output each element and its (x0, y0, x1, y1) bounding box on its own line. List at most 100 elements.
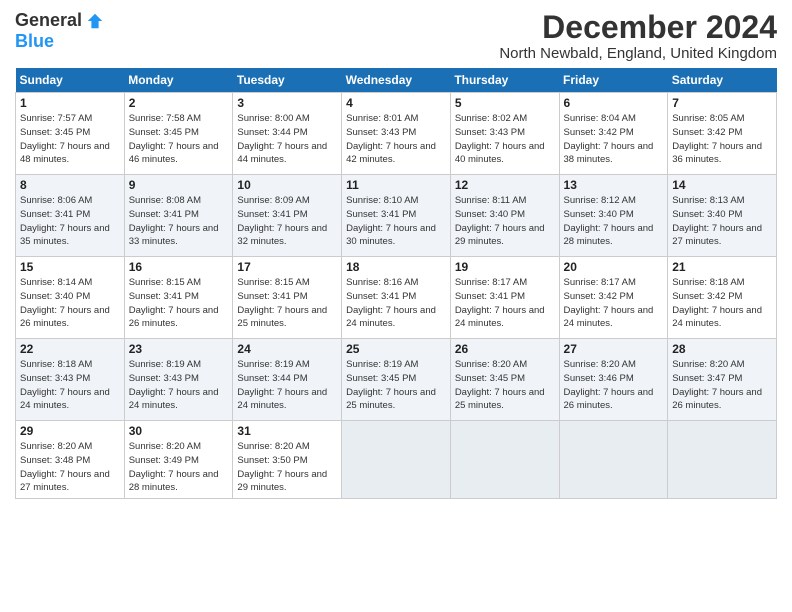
table-row: 20 Sunrise: 8:17 AMSunset: 3:42 PMDaylig… (559, 257, 668, 339)
day-number: 19 (455, 260, 555, 274)
table-row: 22 Sunrise: 8:18 AMSunset: 3:43 PMDaylig… (16, 339, 125, 421)
day-number: 9 (129, 178, 229, 192)
day-number: 17 (237, 260, 337, 274)
day-detail: Sunrise: 8:15 AMSunset: 3:41 PMDaylight:… (237, 277, 327, 329)
table-row: 29 Sunrise: 8:20 AMSunset: 3:48 PMDaylig… (16, 421, 125, 499)
day-detail: Sunrise: 8:08 AMSunset: 3:41 PMDaylight:… (129, 195, 219, 247)
table-row: 27 Sunrise: 8:20 AMSunset: 3:46 PMDaylig… (559, 339, 668, 421)
day-detail: Sunrise: 8:19 AMSunset: 3:44 PMDaylight:… (237, 359, 327, 411)
day-number: 25 (346, 342, 446, 356)
day-detail: Sunrise: 8:12 AMSunset: 3:40 PMDaylight:… (564, 195, 654, 247)
day-number: 20 (564, 260, 664, 274)
table-row: 7 Sunrise: 8:05 AMSunset: 3:42 PMDayligh… (668, 93, 777, 175)
day-detail: Sunrise: 7:58 AMSunset: 3:45 PMDaylight:… (129, 113, 219, 165)
day-number: 21 (672, 260, 772, 274)
calendar-table: Sunday Monday Tuesday Wednesday Thursday… (15, 68, 777, 499)
table-row: 15 Sunrise: 8:14 AMSunset: 3:40 PMDaylig… (16, 257, 125, 339)
day-number: 8 (20, 178, 120, 192)
day-detail: Sunrise: 8:20 AMSunset: 3:48 PMDaylight:… (20, 441, 110, 493)
day-detail: Sunrise: 8:15 AMSunset: 3:41 PMDaylight:… (129, 277, 219, 329)
day-number: 15 (20, 260, 120, 274)
table-row: 11 Sunrise: 8:10 AMSunset: 3:41 PMDaylig… (342, 175, 451, 257)
day-number: 30 (129, 424, 229, 438)
day-number: 22 (20, 342, 120, 356)
table-row: 25 Sunrise: 8:19 AMSunset: 3:45 PMDaylig… (342, 339, 451, 421)
day-detail: Sunrise: 7:57 AMSunset: 3:45 PMDaylight:… (20, 113, 110, 165)
day-number: 16 (129, 260, 229, 274)
table-row: 1 Sunrise: 7:57 AMSunset: 3:45 PMDayligh… (16, 93, 125, 175)
table-row: 16 Sunrise: 8:15 AMSunset: 3:41 PMDaylig… (124, 257, 233, 339)
day-number: 2 (129, 96, 229, 110)
table-row: 2 Sunrise: 7:58 AMSunset: 3:45 PMDayligh… (124, 93, 233, 175)
logo-general-text: General (15, 10, 82, 31)
day-number: 23 (129, 342, 229, 356)
table-row: 31 Sunrise: 8:20 AMSunset: 3:50 PMDaylig… (233, 421, 342, 499)
day-detail: Sunrise: 8:11 AMSunset: 3:40 PMDaylight:… (455, 195, 545, 247)
day-detail: Sunrise: 8:17 AMSunset: 3:42 PMDaylight:… (564, 277, 654, 329)
day-number: 1 (20, 96, 120, 110)
table-row: 26 Sunrise: 8:20 AMSunset: 3:45 PMDaylig… (450, 339, 559, 421)
table-row: 5 Sunrise: 8:02 AMSunset: 3:43 PMDayligh… (450, 93, 559, 175)
day-number: 4 (346, 96, 446, 110)
col-monday: Monday (124, 68, 233, 93)
table-row: 14 Sunrise: 8:13 AMSunset: 3:40 PMDaylig… (668, 175, 777, 257)
day-detail: Sunrise: 8:02 AMSunset: 3:43 PMDaylight:… (455, 113, 545, 165)
col-wednesday: Wednesday (342, 68, 451, 93)
day-number: 14 (672, 178, 772, 192)
day-detail: Sunrise: 8:14 AMSunset: 3:40 PMDaylight:… (20, 277, 110, 329)
table-row: 23 Sunrise: 8:19 AMSunset: 3:43 PMDaylig… (124, 339, 233, 421)
day-number: 18 (346, 260, 446, 274)
table-row: 13 Sunrise: 8:12 AMSunset: 3:40 PMDaylig… (559, 175, 668, 257)
day-number: 12 (455, 178, 555, 192)
table-row: 9 Sunrise: 8:08 AMSunset: 3:41 PMDayligh… (124, 175, 233, 257)
day-number: 11 (346, 178, 446, 192)
header: General Blue December 2024 North Newbald… (15, 10, 777, 62)
day-number: 26 (455, 342, 555, 356)
col-sunday: Sunday (16, 68, 125, 93)
day-detail: Sunrise: 8:16 AMSunset: 3:41 PMDaylight:… (346, 277, 436, 329)
logo-icon (86, 12, 104, 30)
col-saturday: Saturday (668, 68, 777, 93)
table-row: 10 Sunrise: 8:09 AMSunset: 3:41 PMDaylig… (233, 175, 342, 257)
day-number: 29 (20, 424, 120, 438)
day-detail: Sunrise: 8:00 AMSunset: 3:44 PMDaylight:… (237, 113, 327, 165)
day-detail: Sunrise: 8:05 AMSunset: 3:42 PMDaylight:… (672, 113, 762, 165)
logo: General Blue (15, 10, 104, 52)
table-row: 8 Sunrise: 8:06 AMSunset: 3:41 PMDayligh… (16, 175, 125, 257)
day-detail: Sunrise: 8:10 AMSunset: 3:41 PMDaylight:… (346, 195, 436, 247)
table-row (668, 421, 777, 499)
table-row: 21 Sunrise: 8:18 AMSunset: 3:42 PMDaylig… (668, 257, 777, 339)
day-number: 24 (237, 342, 337, 356)
location: North Newbald, England, United Kingdom (499, 45, 777, 62)
day-detail: Sunrise: 8:09 AMSunset: 3:41 PMDaylight:… (237, 195, 327, 247)
calendar-header-row: Sunday Monday Tuesday Wednesday Thursday… (16, 68, 777, 93)
table-row: 3 Sunrise: 8:00 AMSunset: 3:44 PMDayligh… (233, 93, 342, 175)
day-number: 28 (672, 342, 772, 356)
day-detail: Sunrise: 8:19 AMSunset: 3:45 PMDaylight:… (346, 359, 436, 411)
table-row: 6 Sunrise: 8:04 AMSunset: 3:42 PMDayligh… (559, 93, 668, 175)
page: General Blue December 2024 North Newbald… (0, 0, 792, 612)
table-row (450, 421, 559, 499)
col-tuesday: Tuesday (233, 68, 342, 93)
table-row: 17 Sunrise: 8:15 AMSunset: 3:41 PMDaylig… (233, 257, 342, 339)
day-detail: Sunrise: 8:18 AMSunset: 3:42 PMDaylight:… (672, 277, 762, 329)
day-number: 6 (564, 96, 664, 110)
table-row: 18 Sunrise: 8:16 AMSunset: 3:41 PMDaylig… (342, 257, 451, 339)
day-detail: Sunrise: 8:17 AMSunset: 3:41 PMDaylight:… (455, 277, 545, 329)
day-detail: Sunrise: 8:04 AMSunset: 3:42 PMDaylight:… (564, 113, 654, 165)
table-row: 12 Sunrise: 8:11 AMSunset: 3:40 PMDaylig… (450, 175, 559, 257)
day-detail: Sunrise: 8:20 AMSunset: 3:46 PMDaylight:… (564, 359, 654, 411)
day-detail: Sunrise: 8:01 AMSunset: 3:43 PMDaylight:… (346, 113, 436, 165)
logo-blue-text: Blue (15, 31, 54, 52)
table-row: 28 Sunrise: 8:20 AMSunset: 3:47 PMDaylig… (668, 339, 777, 421)
day-number: 7 (672, 96, 772, 110)
day-number: 5 (455, 96, 555, 110)
day-detail: Sunrise: 8:20 AMSunset: 3:45 PMDaylight:… (455, 359, 545, 411)
month-title: December 2024 (499, 10, 777, 45)
day-detail: Sunrise: 8:13 AMSunset: 3:40 PMDaylight:… (672, 195, 762, 247)
day-detail: Sunrise: 8:20 AMSunset: 3:49 PMDaylight:… (129, 441, 219, 493)
day-number: 13 (564, 178, 664, 192)
day-detail: Sunrise: 8:06 AMSunset: 3:41 PMDaylight:… (20, 195, 110, 247)
table-row: 30 Sunrise: 8:20 AMSunset: 3:49 PMDaylig… (124, 421, 233, 499)
day-number: 10 (237, 178, 337, 192)
